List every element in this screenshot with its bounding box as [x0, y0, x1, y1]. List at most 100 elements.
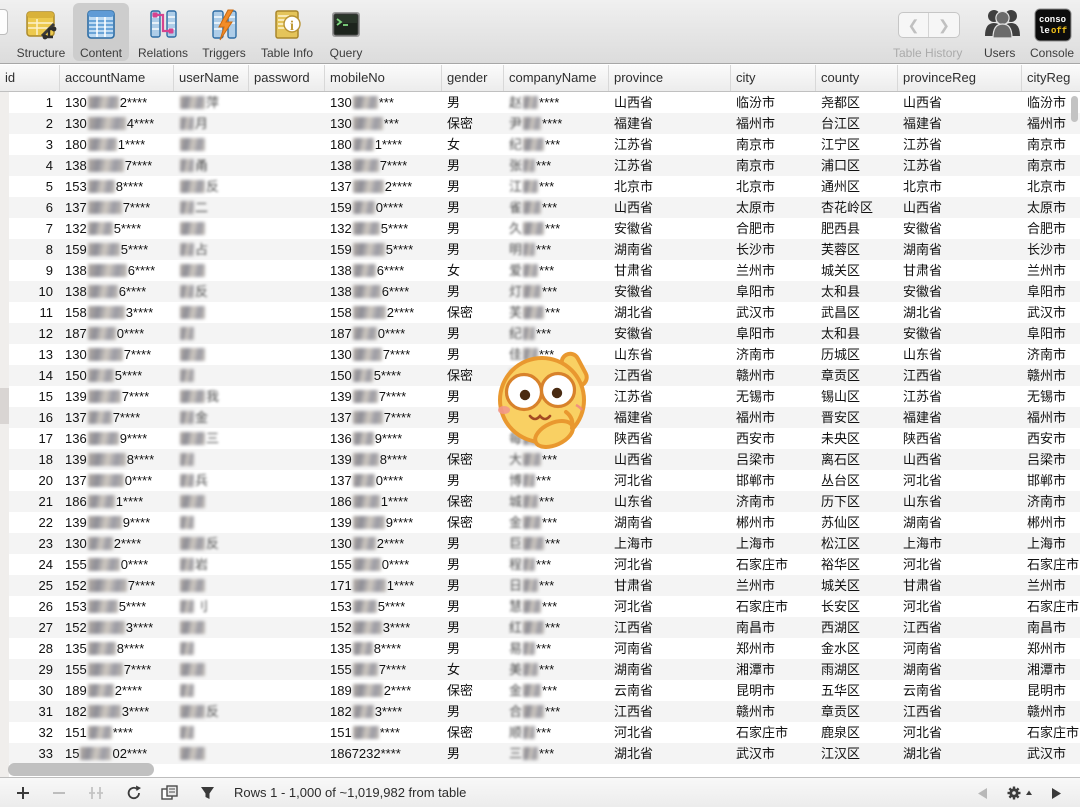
cell-provinceReg[interactable]: 安徽省	[898, 281, 1022, 302]
cell-userName[interactable]	[174, 134, 249, 155]
cell-accountName[interactable]: 151****	[60, 722, 174, 743]
cell-county[interactable]: 离石区	[816, 449, 898, 470]
cell-id[interactable]: 1	[0, 92, 60, 113]
cell-id[interactable]: 29	[0, 659, 60, 680]
cell-cityReg[interactable]: 石家庄市	[1022, 596, 1080, 617]
table-row[interactable]: 251527****1711****男日***甘肃省兰州市城关区甘肃省兰州市	[0, 575, 1080, 596]
cell-gender[interactable]: 女	[442, 260, 504, 281]
cell-gender[interactable]: 男	[442, 575, 504, 596]
cell-password[interactable]	[249, 554, 325, 575]
column-header-gender[interactable]: gender	[442, 65, 504, 91]
cell-password[interactable]	[249, 638, 325, 659]
cell-cityReg[interactable]: 郴州市	[1022, 512, 1080, 533]
cell-mobileNo[interactable]: 1711****	[325, 575, 442, 596]
previous-page-button[interactable]	[969, 778, 995, 807]
cell-accountName[interactable]: 1502****	[60, 743, 174, 764]
cell-mobileNo[interactable]: 1372****	[325, 176, 442, 197]
cell-city[interactable]: 武汉市	[731, 743, 816, 764]
cell-companyName[interactable]: 程***	[504, 554, 609, 575]
cell-id[interactable]: 28	[0, 638, 60, 659]
table-row[interactable]: 271523****1523****男红***江西省南昌市西湖区江西省南昌市	[0, 617, 1080, 638]
cell-provinceReg[interactable]: 江苏省	[898, 386, 1022, 407]
cell-provinceReg[interactable]: 山西省	[898, 197, 1022, 218]
cell-mobileNo[interactable]: 1307****	[325, 344, 442, 365]
cell-cityReg[interactable]: 石家庄市	[1022, 554, 1080, 575]
cell-county[interactable]: 历下区	[816, 491, 898, 512]
cell-provinceReg[interactable]: 福建省	[898, 113, 1022, 134]
cell-companyName[interactable]: 金***	[504, 680, 609, 701]
cell-city[interactable]: 阜阳市	[731, 281, 816, 302]
cell-id[interactable]: 10	[0, 281, 60, 302]
cell-password[interactable]	[249, 92, 325, 113]
cell-gender[interactable]: 男	[442, 323, 504, 344]
cell-province[interactable]: 湖南省	[609, 659, 731, 680]
cell-county[interactable]: 五华区	[816, 680, 898, 701]
cell-accountName[interactable]: 1377****	[60, 407, 174, 428]
table-row[interactable]: 31801****1801****女纪***江苏省南京市江宁区江苏省南京市	[0, 134, 1080, 155]
cell-province[interactable]: 湖北省	[609, 302, 731, 323]
cell-provinceReg[interactable]: 山西省	[898, 449, 1022, 470]
cell-city[interactable]: 上海市	[731, 533, 816, 554]
cell-provinceReg[interactable]: 山东省	[898, 344, 1022, 365]
cell-provinceReg[interactable]: 河北省	[898, 554, 1022, 575]
cell-userName[interactable]: 刂	[174, 596, 249, 617]
cell-county[interactable]: 台江区	[816, 113, 898, 134]
cell-id[interactable]: 4	[0, 155, 60, 176]
cell-city[interactable]: 临汾市	[731, 92, 816, 113]
cell-cityReg[interactable]: 武汉市	[1022, 743, 1080, 764]
cell-provinceReg[interactable]: 上海市	[898, 533, 1022, 554]
cell-accountName[interactable]: 1370****	[60, 470, 174, 491]
cell-id[interactable]: 20	[0, 470, 60, 491]
cell-provinceReg[interactable]: 湖南省	[898, 239, 1022, 260]
cell-city[interactable]: 石家庄市	[731, 554, 816, 575]
cell-mobileNo[interactable]: 1386****	[325, 260, 442, 281]
cell-id[interactable]: 16	[0, 407, 60, 428]
cell-city[interactable]: 邯郸市	[731, 470, 816, 491]
cell-companyName[interactable]: 纪***	[504, 323, 609, 344]
cell-gender[interactable]: 男	[442, 554, 504, 575]
cell-province[interactable]: 湖南省	[609, 239, 731, 260]
cell-accountName[interactable]: 1538****	[60, 176, 174, 197]
cell-mobileNo[interactable]: 1370****	[325, 470, 442, 491]
cell-companyName[interactable]: 灯***	[504, 281, 609, 302]
add-row-button[interactable]	[10, 778, 36, 807]
cell-provinceReg[interactable]: 河北省	[898, 596, 1022, 617]
cell-province[interactable]: 安徽省	[609, 281, 731, 302]
cell-password[interactable]	[249, 260, 325, 281]
cell-userName[interactable]: 占	[174, 239, 249, 260]
cell-userName[interactable]	[174, 344, 249, 365]
cell-companyName[interactable]: 江***	[504, 176, 609, 197]
cell-userName[interactable]: 反	[174, 281, 249, 302]
cell-provinceReg[interactable]: 云南省	[898, 680, 1022, 701]
table-row[interactable]: 41387****甬1387****男张***江苏省南京市浦口区江苏省南京市	[0, 155, 1080, 176]
cell-provinceReg[interactable]: 河北省	[898, 722, 1022, 743]
cell-gender[interactable]: 男	[442, 470, 504, 491]
cell-county[interactable]: 长安区	[816, 596, 898, 617]
cell-password[interactable]	[249, 113, 325, 134]
cell-id[interactable]: 13	[0, 344, 60, 365]
table-row[interactable]: 181398****1398****保密大***山西省吕梁市离石区山西省吕梁市	[0, 449, 1080, 470]
cell-city[interactable]: 武汉市	[731, 302, 816, 323]
cell-mobileNo[interactable]: 1550****	[325, 554, 442, 575]
cell-county[interactable]: 金水区	[816, 638, 898, 659]
table-row[interactable]: 71325****1325****男久***安徽省合肥市肥西县安徽省合肥市	[0, 218, 1080, 239]
clipped-toolbar-button[interactable]	[0, 9, 8, 35]
cell-cityReg[interactable]: 武汉市	[1022, 302, 1080, 323]
table-row[interactable]: 201370****兵1370****男博***河北省邯郸市丛台区河北省邯郸市	[0, 470, 1080, 491]
cell-companyName[interactable]: 博***	[504, 470, 609, 491]
cell-password[interactable]	[249, 134, 325, 155]
cell-id[interactable]: 11	[0, 302, 60, 323]
cell-city[interactable]: 兰州市	[731, 260, 816, 281]
cell-companyName[interactable]: 久***	[504, 218, 609, 239]
cell-password[interactable]	[249, 512, 325, 533]
cell-county[interactable]: 太和县	[816, 323, 898, 344]
cell-province[interactable]: 河北省	[609, 554, 731, 575]
cell-accountName[interactable]: 1358****	[60, 638, 174, 659]
cell-provinceReg[interactable]: 江西省	[898, 701, 1022, 722]
cell-county[interactable]: 太和县	[816, 281, 898, 302]
cell-province[interactable]: 甘肃省	[609, 260, 731, 281]
cell-county[interactable]: 江宁区	[816, 134, 898, 155]
cell-cityReg[interactable]: 昆明市	[1022, 680, 1080, 701]
cell-accountName[interactable]: 1399****	[60, 512, 174, 533]
cell-city[interactable]: 福州市	[731, 407, 816, 428]
